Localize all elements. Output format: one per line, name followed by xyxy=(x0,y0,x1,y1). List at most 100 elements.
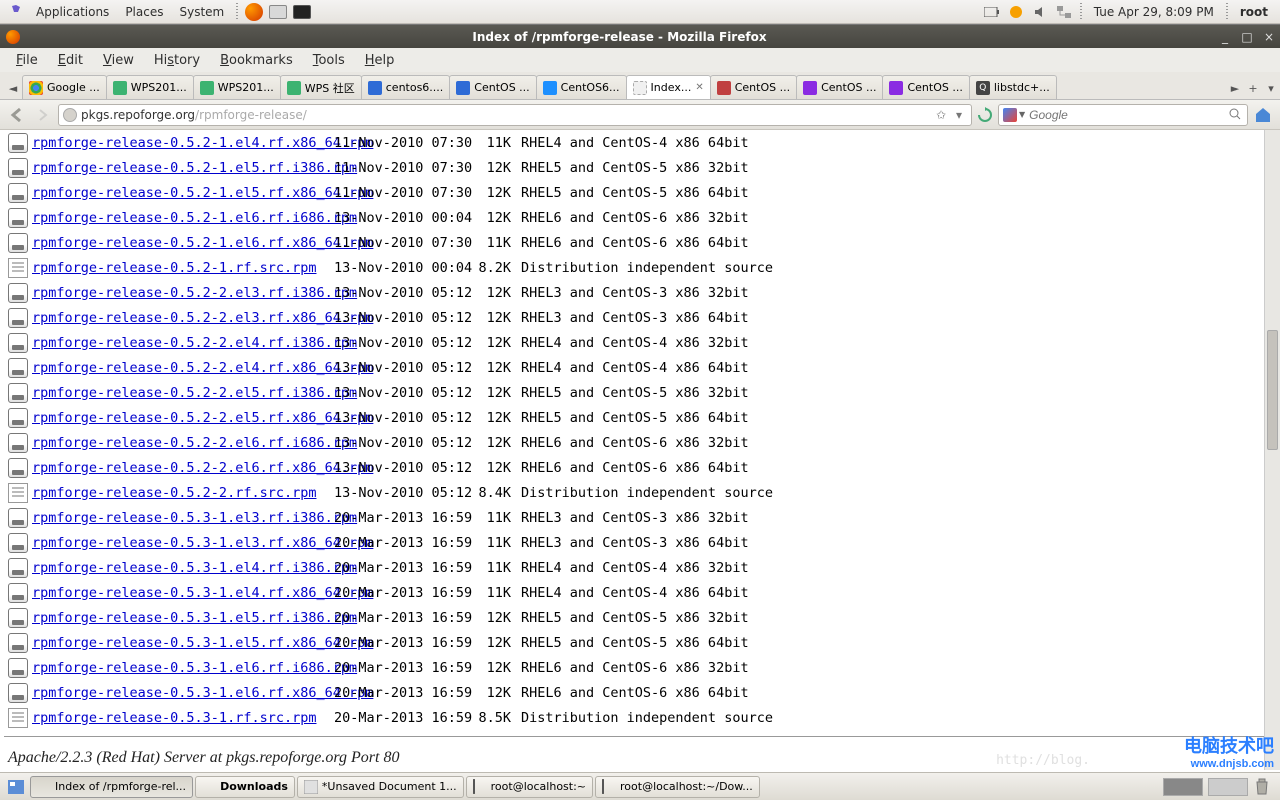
file-link[interactable]: rpmforge-release-0.5.2-2.el6.rf.i686.rpm xyxy=(32,435,357,451)
file-link[interactable]: rpmforge-release-0.5.2-1.el4.rf.x86_64.r… xyxy=(32,135,373,151)
battery-icon[interactable] xyxy=(983,3,1001,21)
file-link[interactable]: rpmforge-release-0.5.2-1.el6.rf.x86_64.r… xyxy=(32,235,373,251)
browser-tab[interactable]: WPS201... xyxy=(106,75,194,99)
file-size: 12K xyxy=(459,635,511,651)
file-link[interactable]: rpmforge-release-0.5.2-1.el5.rf.x86_64.r… xyxy=(32,185,373,201)
browser-tab[interactable]: CentOS ... xyxy=(710,75,797,99)
search-engine-dropdown[interactable]: ▼ xyxy=(1019,110,1025,119)
file-type-icon xyxy=(4,183,32,203)
home-button[interactable] xyxy=(1252,104,1274,126)
browser-tab[interactable]: CentOS ... xyxy=(882,75,969,99)
file-link[interactable]: rpmforge-release-0.5.3-1.el3.rf.i386.rpm xyxy=(32,510,357,526)
file-link[interactable]: rpmforge-release-0.5.3-1.el4.rf.i386.rpm xyxy=(32,560,357,576)
nautilus-launcher-icon[interactable] xyxy=(269,3,287,21)
tab-list-button[interactable]: ▾ xyxy=(1262,77,1280,99)
file-link[interactable]: rpmforge-release-0.5.2-2.el4.rf.i386.rpm xyxy=(32,335,357,351)
url-input[interactable] xyxy=(307,107,931,122)
file-link[interactable]: rpmforge-release-0.5.3-1.el4.rf.x86_64.r… xyxy=(32,585,373,601)
tools-menu[interactable]: Tools xyxy=(303,53,355,68)
applications-menu[interactable]: Applications xyxy=(28,5,117,19)
browser-tab[interactable]: CentOS ... xyxy=(796,75,883,99)
places-menu[interactable]: Places xyxy=(117,5,171,19)
workspace-switcher[interactable] xyxy=(1163,778,1203,796)
bookmarks-menu[interactable]: Bookmarks xyxy=(210,53,303,68)
file-link[interactable]: rpmforge-release-0.5.2-1.el6.rf.i686.rpm xyxy=(32,210,357,226)
file-link[interactable]: rpmforge-release-0.5.3-1.el5.rf.x86_64.r… xyxy=(32,635,373,651)
tab-label: Google ... xyxy=(47,81,100,94)
file-row: rpmforge-release-0.5.2-2.el5.rf.x86_64.r… xyxy=(4,405,1260,430)
file-type-icon xyxy=(4,683,32,703)
file-link[interactable]: rpmforge-release-0.5.2-2.el4.rf.x86_64.r… xyxy=(32,360,373,376)
forward-button[interactable] xyxy=(32,104,54,126)
file-link[interactable]: rpmforge-release-0.5.2-2.el5.rf.x86_64.r… xyxy=(32,410,373,426)
tab-label: CentOS ... xyxy=(735,81,790,94)
reload-button[interactable] xyxy=(976,106,994,124)
scrollbar[interactable] xyxy=(1264,130,1280,770)
file-link[interactable]: rpmforge-release-0.5.2-2.el5.rf.i386.rpm xyxy=(32,385,357,401)
user-menu[interactable]: root xyxy=(1232,5,1276,19)
updates-icon[interactable] xyxy=(1007,3,1025,21)
taskbar-button[interactable]: *Unsaved Document 1... xyxy=(297,776,464,798)
file-link[interactable]: rpmforge-release-0.5.3-1.el3.rf.x86_64.r… xyxy=(32,535,373,551)
site-identity-icon[interactable] xyxy=(63,108,77,122)
browser-tab[interactable]: Qlibstdc+... xyxy=(969,75,1057,99)
scrollbar-thumb[interactable] xyxy=(1267,330,1278,450)
file-link[interactable]: rpmforge-release-0.5.3-1.el6.rf.i686.rpm xyxy=(32,660,357,676)
workspace-switcher[interactable] xyxy=(1208,778,1248,796)
search-engine-icon[interactable] xyxy=(1003,108,1017,122)
file-type-icon xyxy=(4,383,32,403)
tab-favicon xyxy=(200,81,214,95)
back-button[interactable] xyxy=(6,104,28,126)
file-menu[interactable]: File xyxy=(6,53,48,68)
browser-tab[interactable]: WPS 社区 xyxy=(280,75,362,99)
file-link[interactable]: rpmforge-release-0.5.2-2.el3.rf.i386.rpm xyxy=(32,285,357,301)
close-window-button[interactable]: × xyxy=(1260,30,1278,44)
taskbar-button[interactable]: root@localhost:~/Dow... xyxy=(595,776,760,798)
browser-tab[interactable]: centos6.... xyxy=(361,75,451,99)
file-link[interactable]: rpmforge-release-0.5.3-1.el6.rf.x86_64.r… xyxy=(32,685,373,701)
search-input[interactable] xyxy=(1029,108,1229,122)
minimize-button[interactable]: _ xyxy=(1216,30,1234,44)
feed-icon[interactable]: ✩ xyxy=(933,107,949,123)
dropdown-icon[interactable]: ▾ xyxy=(951,107,967,123)
file-link[interactable]: rpmforge-release-0.5.3-1.el5.rf.i386.rpm xyxy=(32,610,357,626)
file-date: 13-Nov-2010 05:12 xyxy=(334,310,459,326)
taskbar-button[interactable]: Downloads xyxy=(195,776,295,798)
taskbar-button[interactable]: Index of /rpmforge-rel... xyxy=(30,776,193,798)
browser-tab[interactable]: CentOS6... xyxy=(536,75,627,99)
url-bar[interactable]: pkgs.repoforge.org/rpmforge-release/ ✩ ▾ xyxy=(58,104,972,126)
history-menu[interactable]: History xyxy=(144,53,210,68)
file-link[interactable]: rpmforge-release-0.5.3-1.rf.src.rpm xyxy=(32,710,316,726)
taskbar-button[interactable]: root@localhost:~ xyxy=(466,776,593,798)
close-tab-icon[interactable]: ✕ xyxy=(695,82,703,93)
file-link[interactable]: rpmforge-release-0.5.2-2.rf.src.rpm xyxy=(32,485,316,501)
edit-menu[interactable]: Edit xyxy=(48,53,93,68)
browser-tab[interactable]: Google ... xyxy=(22,75,107,99)
page-content: rpmforge-release-0.5.2-1.el4.rf.x86_64.r… xyxy=(0,130,1280,770)
volume-icon[interactable] xyxy=(1031,3,1049,21)
maximize-button[interactable]: □ xyxy=(1238,30,1256,44)
file-link[interactable]: rpmforge-release-0.5.2-1.rf.src.rpm xyxy=(32,260,316,276)
tab-scroll-left[interactable]: ◄ xyxy=(4,77,22,99)
view-menu[interactable]: View xyxy=(93,53,144,68)
browser-tab[interactable]: Index...✕ xyxy=(626,75,711,99)
browser-tab[interactable]: WPS201... xyxy=(193,75,281,99)
file-row: rpmforge-release-0.5.2-1.el6.rf.x86_64.r… xyxy=(4,230,1260,255)
show-desktop-icon[interactable] xyxy=(7,778,25,796)
file-link[interactable]: rpmforge-release-0.5.2-2.el6.rf.x86_64.r… xyxy=(32,460,373,476)
search-go-icon[interactable] xyxy=(1229,108,1243,122)
trash-icon[interactable] xyxy=(1254,778,1272,796)
clock[interactable]: Tue Apr 29, 8:09 PM xyxy=(1086,5,1222,19)
firefox-launcher-icon[interactable] xyxy=(245,3,263,21)
search-box[interactable]: ▼ xyxy=(998,104,1248,126)
taskbar-label: *Unsaved Document 1... xyxy=(322,780,457,793)
system-menu[interactable]: System xyxy=(171,5,232,19)
file-link[interactable]: rpmforge-release-0.5.2-1.el5.rf.i386.rpm xyxy=(32,160,357,176)
terminal-launcher-icon[interactable] xyxy=(293,3,311,21)
browser-tab[interactable]: CentOS ... xyxy=(449,75,536,99)
new-tab-button[interactable]: + xyxy=(1244,77,1262,99)
file-link[interactable]: rpmforge-release-0.5.2-2.el3.rf.x86_64.r… xyxy=(32,310,373,326)
network-icon[interactable] xyxy=(1055,3,1073,21)
help-menu[interactable]: Help xyxy=(355,53,405,68)
tab-scroll-right[interactable]: ► xyxy=(1226,77,1244,99)
